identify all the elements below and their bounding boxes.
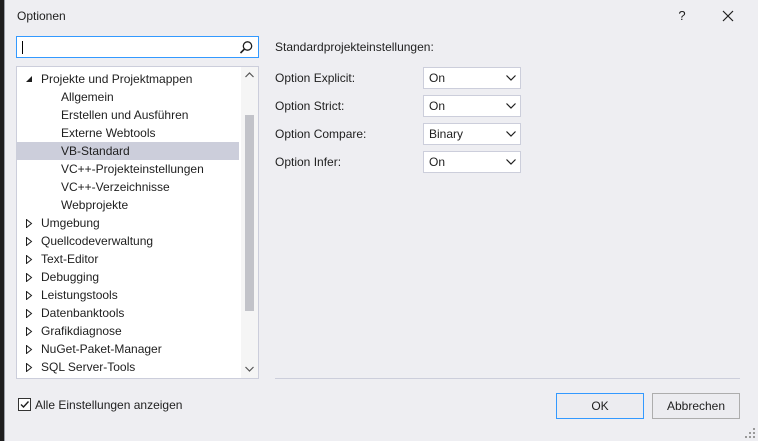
collapsed-arrow-icon[interactable] xyxy=(25,322,35,340)
tree-item[interactable]: Datenbanktools xyxy=(17,304,239,322)
collapsed-arrow-icon[interactable] xyxy=(25,340,35,358)
tree-item[interactable]: Text-Editor xyxy=(17,250,239,268)
option-label: Option Compare: xyxy=(275,127,367,141)
tree-item[interactable]: Leistungstools xyxy=(17,286,239,304)
chevron-down-icon xyxy=(506,131,516,137)
option-label: Option Strict: xyxy=(275,99,345,113)
option-dropdown[interactable]: On xyxy=(423,151,521,173)
text-caret xyxy=(22,41,23,54)
collapsed-arrow-icon[interactable] xyxy=(25,358,35,376)
chevron-down-icon xyxy=(506,75,516,81)
collapsed-arrow-icon[interactable] xyxy=(25,304,35,322)
close-icon xyxy=(722,10,734,22)
navigation-panel: Projekte und Projektmappen Allgemein Erste… xyxy=(16,36,259,379)
tree-item-label: Quellcodeverwaltung xyxy=(41,234,154,248)
section-title: Standardprojekteinstellungen: xyxy=(275,40,434,54)
tree-item[interactable]: Debugging xyxy=(17,268,239,286)
option-row: Option Explicit: On xyxy=(275,67,535,89)
chevron-up-icon xyxy=(245,72,254,78)
tree-item-label: Externe Webtools xyxy=(61,126,156,140)
tree-item-label: Debugging xyxy=(41,270,100,284)
tree-item[interactable]: Quellcodeverwaltung xyxy=(17,232,239,250)
tree-item-label: Text-Editor xyxy=(41,252,99,266)
cancel-button[interactable]: Abbrechen xyxy=(652,393,740,419)
tree-item-label: Allgemein xyxy=(61,90,114,104)
tree-scrollbar[interactable] xyxy=(241,67,258,378)
options-dialog: Optionen ? Projekte und Projektmappen All… xyxy=(4,0,758,441)
chevron-down-icon xyxy=(245,366,254,372)
search-icon[interactable] xyxy=(239,40,254,55)
search-input[interactable] xyxy=(27,39,231,57)
tree-item-label: NuGet-Paket-Manager xyxy=(41,342,162,356)
tree-item-label: SQL Server-Tools xyxy=(41,360,136,374)
option-row: Option Strict: On xyxy=(275,95,535,117)
option-label: Option Infer: xyxy=(275,155,342,169)
scroll-down-button[interactable] xyxy=(241,361,258,378)
scroll-thumb[interactable] xyxy=(245,115,254,311)
chevron-down-icon xyxy=(506,103,516,109)
option-row: Option Infer: On xyxy=(275,151,535,173)
chevron-down-icon xyxy=(506,159,516,165)
collapsed-arrow-icon[interactable] xyxy=(25,268,35,286)
tree-item[interactable]: SQL Server-Tools xyxy=(17,358,239,376)
tree-item-label: VB-Standard xyxy=(61,144,130,158)
tree-item-label: Leistungstools xyxy=(41,288,118,302)
collapsed-arrow-icon[interactable] xyxy=(25,232,35,250)
option-dropdown[interactable]: Binary xyxy=(423,123,521,145)
tree-item[interactable]: Erstellen und Ausführen xyxy=(17,106,239,124)
close-button[interactable] xyxy=(716,4,740,28)
tree-item[interactable]: Grafikdiagnose xyxy=(17,322,239,340)
resize-grip-icon[interactable] xyxy=(745,428,755,438)
collapsed-arrow-icon[interactable] xyxy=(25,286,35,304)
scroll-up-button[interactable] xyxy=(241,67,258,84)
title-bar: Optionen ? xyxy=(5,0,758,32)
tree-item[interactable]: VC++-Verzeichnisse xyxy=(17,178,239,196)
show-all-checkbox[interactable] xyxy=(18,398,31,411)
help-button[interactable]: ? xyxy=(670,4,694,28)
checkmark-icon xyxy=(20,401,30,409)
tree-item-label: Umgebung xyxy=(41,216,100,230)
tree-item-label: Webprojekte xyxy=(61,198,129,212)
tree-item-label: VC++-Verzeichnisse xyxy=(61,180,170,194)
tree-item-label: Erstellen und Ausführen xyxy=(61,108,189,122)
ok-button[interactable]: OK xyxy=(556,393,644,419)
option-dropdown[interactable]: On xyxy=(423,67,521,89)
collapsed-arrow-icon[interactable] xyxy=(25,214,35,232)
show-all-label: Alle Einstellungen anzeigen xyxy=(35,398,183,412)
tree-item[interactable]: NuGet-Paket-Manager xyxy=(17,340,239,358)
tree-item[interactable]: VB-Standard xyxy=(17,142,239,160)
tree-item[interactable]: Webprojekte xyxy=(17,196,239,214)
search-box[interactable] xyxy=(16,36,259,58)
option-dropdown[interactable]: On xyxy=(423,95,521,117)
settings-panel: Standardprojekteinstellungen: Option Exp… xyxy=(275,36,745,376)
divider xyxy=(275,378,740,379)
option-row: Option Compare: Binary xyxy=(275,123,535,145)
dropdown-value: On xyxy=(429,155,446,169)
options-tree: Projekte und Projektmappen Allgemein Erste… xyxy=(16,66,259,379)
tree-item-label: VC++-Projekteinstellungen xyxy=(61,162,204,176)
tree-item-label: Grafikdiagnose xyxy=(41,324,122,338)
tree-item[interactable]: Projekte und Projektmappen xyxy=(17,70,239,88)
tree-item[interactable]: Externe Webtools xyxy=(17,124,239,142)
dropdown-value: Binary xyxy=(429,127,464,141)
dropdown-value: On xyxy=(429,71,446,85)
tree-item[interactable]: Allgemein xyxy=(17,88,239,106)
dropdown-value: On xyxy=(429,99,446,113)
option-label: Option Explicit: xyxy=(275,71,356,85)
tree-item-label: Datenbanktools xyxy=(41,306,125,320)
tree-item[interactable]: VC++-Projekteinstellungen xyxy=(17,160,239,178)
tree-item[interactable]: Umgebung xyxy=(17,214,239,232)
dialog-title: Optionen xyxy=(17,9,66,23)
expanded-arrow-icon[interactable] xyxy=(25,70,35,88)
tree-item-label: Projekte und Projektmappen xyxy=(41,72,193,86)
collapsed-arrow-icon[interactable] xyxy=(25,250,35,268)
